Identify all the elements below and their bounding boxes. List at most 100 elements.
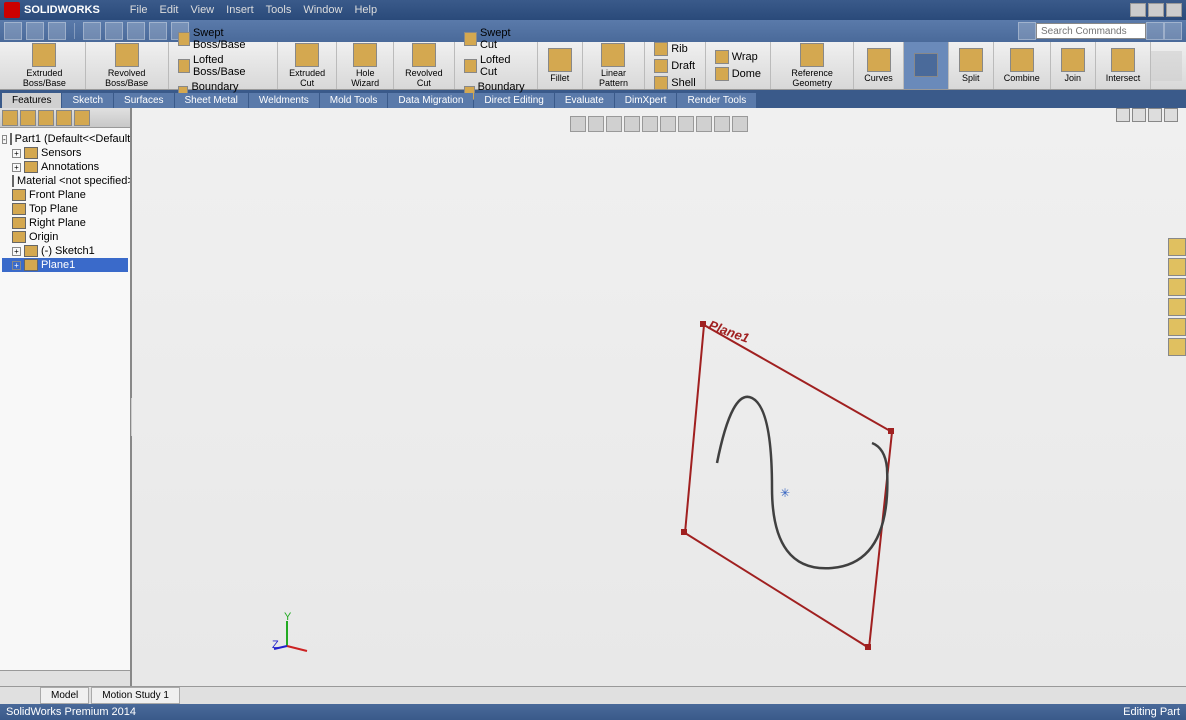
model-canvas[interactable] [132, 108, 432, 258]
tree-tab-display-icon[interactable] [74, 110, 90, 126]
tree-origin[interactable]: Origin [2, 230, 128, 244]
view-orientation-icon[interactable] [642, 116, 658, 132]
taskpane-resources-icon[interactable] [1168, 238, 1186, 256]
lofted-boss-button[interactable]: Lofted Boss/Base [175, 53, 271, 79]
new-icon[interactable] [4, 22, 22, 40]
wrap-button[interactable]: Wrap [712, 49, 764, 65]
dome-button[interactable]: Dome [712, 66, 764, 82]
swept-cut-button[interactable]: Swept Cut [461, 26, 531, 52]
undo-icon[interactable] [105, 22, 123, 40]
vp-restore-icon[interactable] [1132, 108, 1146, 122]
tree-front-plane[interactable]: Front Plane [2, 188, 128, 202]
plane-corner-handle[interactable] [681, 529, 687, 535]
tree-plane1[interactable]: +Plane1 [2, 258, 128, 272]
draft-button[interactable]: Draft [651, 58, 698, 74]
tree-material[interactable]: Material <not specified> [2, 174, 128, 188]
taskpane-appearances-icon[interactable] [1168, 318, 1186, 336]
vp-minimize-icon[interactable] [1116, 108, 1130, 122]
tree-annotations[interactable]: +Annotations [2, 160, 128, 174]
search-dropdown-icon[interactable] [1146, 22, 1164, 40]
intersect-button[interactable]: Intersect [1102, 46, 1145, 86]
previous-view-icon[interactable] [606, 116, 622, 132]
tab-motion-study[interactable]: Motion Study 1 [91, 687, 180, 704]
orientation-triad[interactable]: Y Z [272, 616, 312, 656]
graphics-viewport[interactable]: Plane1 ✳ Y Z [132, 108, 1186, 686]
vp-maximize-icon[interactable] [1148, 108, 1162, 122]
save-icon[interactable] [48, 22, 66, 40]
redo-icon[interactable] [127, 22, 145, 40]
tree-root[interactable]: -Part1 (Default<<Default>_Dis [2, 132, 128, 146]
rebuild-icon[interactable] [149, 22, 167, 40]
menu-file[interactable]: File [130, 4, 148, 16]
lofted-cut-button[interactable]: Lofted Cut [461, 53, 531, 79]
shell-button[interactable]: Shell [651, 75, 698, 91]
minimize-button[interactable] [1130, 3, 1146, 17]
taskpane-view-palette-icon[interactable] [1168, 298, 1186, 316]
tab-weldments[interactable]: Weldments [249, 93, 319, 108]
split-button[interactable]: Split [955, 46, 987, 86]
edit-appearance-icon[interactable] [696, 116, 712, 132]
menu-help[interactable]: Help [354, 4, 377, 16]
open-icon[interactable] [26, 22, 44, 40]
tab-render-tools[interactable]: Render Tools [677, 93, 756, 108]
taskpane-file-explorer-icon[interactable] [1168, 278, 1186, 296]
revolved-cut-button[interactable]: Revolved Cut [400, 41, 448, 91]
tab-data-migration[interactable]: Data Migration [388, 93, 473, 108]
tab-surfaces[interactable]: Surfaces [114, 93, 173, 108]
expand-icon[interactable]: + [12, 261, 21, 270]
zoom-area-icon[interactable] [588, 116, 604, 132]
tree-tab-dimxpert-icon[interactable] [56, 110, 72, 126]
collapse-icon[interactable]: - [2, 135, 7, 144]
tree-top-plane[interactable]: Top Plane [2, 202, 128, 216]
tree-sensors[interactable]: +Sensors [2, 146, 128, 160]
tab-direct-editing[interactable]: Direct Editing [474, 93, 553, 108]
expand-icon[interactable]: + [12, 247, 21, 256]
expand-icon[interactable]: + [12, 149, 21, 158]
extruded-cut-button[interactable]: Extruded Cut [284, 41, 330, 91]
tab-features[interactable]: Features [2, 93, 61, 108]
tab-sketch[interactable]: Sketch [62, 93, 113, 108]
tab-dimxpert[interactable]: DimXpert [615, 93, 677, 108]
zoom-fit-icon[interactable] [570, 116, 586, 132]
close-button[interactable] [1166, 3, 1182, 17]
join-button[interactable]: Join [1057, 46, 1089, 86]
tree-sketch1[interactable]: +(-) Sketch1 [2, 244, 128, 258]
linear-pattern-button[interactable]: Linear Pattern [589, 41, 639, 91]
maximize-button[interactable] [1148, 3, 1164, 17]
tab-sheet-metal[interactable]: Sheet Metal [175, 93, 248, 108]
hide-show-icon[interactable] [678, 116, 694, 132]
tree-tab-feature-icon[interactable] [2, 110, 18, 126]
plane-corner-handle[interactable] [700, 321, 706, 327]
print-icon[interactable] [83, 22, 101, 40]
tree-right-plane[interactable]: Right Plane [2, 216, 128, 230]
menu-tools[interactable]: Tools [266, 4, 292, 16]
display-style-icon[interactable] [660, 116, 676, 132]
plane-corner-handle[interactable] [865, 644, 871, 650]
apply-scene-icon[interactable] [714, 116, 730, 132]
taskpane-design-library-icon[interactable] [1168, 258, 1186, 276]
curves-button[interactable]: Curves [860, 46, 897, 86]
tree-tab-config-icon[interactable] [38, 110, 54, 126]
tree-tab-property-icon[interactable] [20, 110, 36, 126]
combine-button[interactable]: Combine [1000, 46, 1044, 86]
search-input[interactable] [1036, 23, 1146, 39]
menu-insert[interactable]: Insert [226, 4, 254, 16]
rib-button[interactable]: Rib [651, 41, 698, 57]
tab-model[interactable]: Model [40, 687, 89, 704]
fillet-button[interactable]: Fillet [544, 46, 576, 86]
tab-evaluate[interactable]: Evaluate [555, 93, 614, 108]
reference-geometry-button[interactable]: Reference Geometry [777, 41, 847, 91]
view-settings-icon[interactable] [732, 116, 748, 132]
plane-corner-handle[interactable] [888, 428, 894, 434]
tree-slider[interactable] [0, 670, 130, 686]
instant3d-button[interactable] [910, 51, 942, 81]
vp-close-icon[interactable] [1164, 108, 1178, 122]
menu-edit[interactable]: Edit [160, 4, 179, 16]
menu-window[interactable]: Window [303, 4, 342, 16]
hole-wizard-button[interactable]: Hole Wizard [343, 41, 387, 91]
taskpane-custom-props-icon[interactable] [1168, 338, 1186, 356]
menu-view[interactable]: View [190, 4, 214, 16]
revolved-boss-button[interactable]: Revolved Boss/Base [92, 41, 162, 91]
swept-boss-button[interactable]: Swept Boss/Base [175, 26, 271, 52]
extruded-boss-button[interactable]: Extruded Boss/Base [10, 41, 79, 91]
